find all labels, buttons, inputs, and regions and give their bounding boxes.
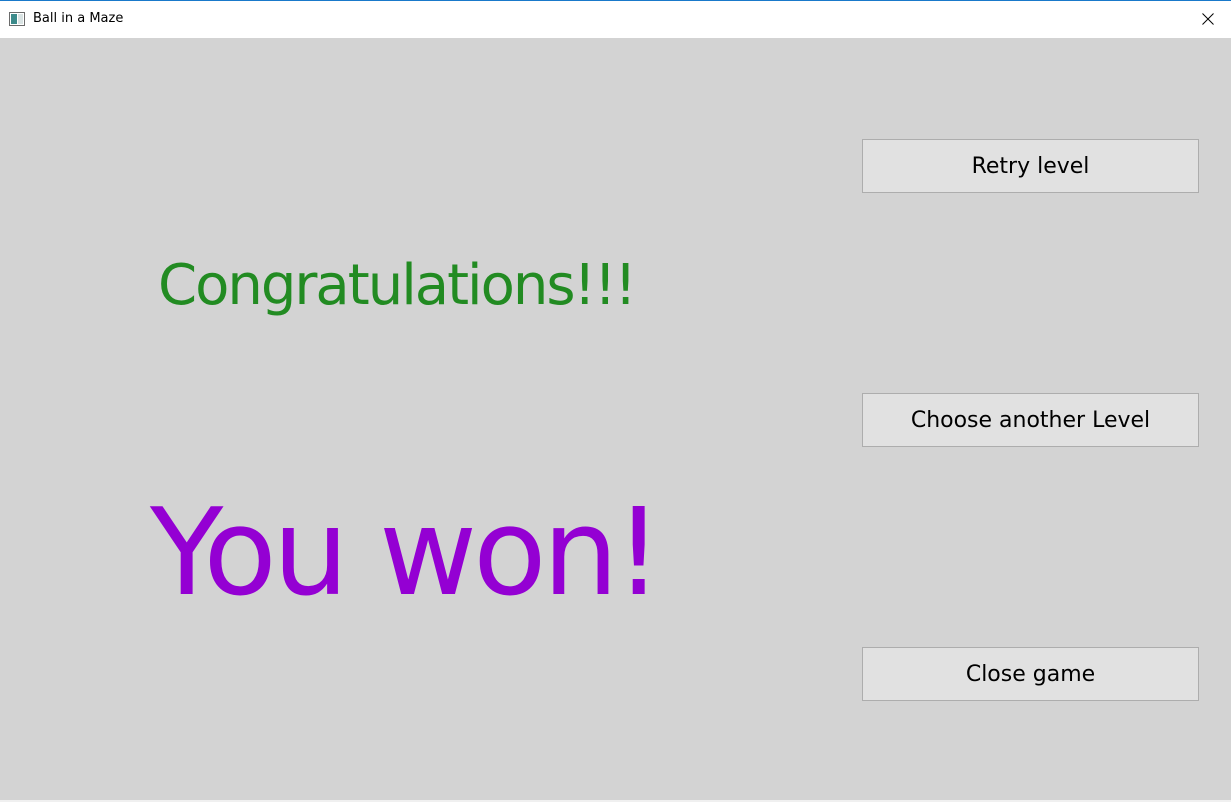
you-won-text: You won! [150, 484, 663, 623]
window-title: Ball in a Maze [33, 11, 124, 26]
choose-another-level-button[interactable]: Choose another Level [862, 393, 1199, 447]
congratulations-text: Congratulations!!! [158, 253, 637, 318]
close-icon [1202, 10, 1214, 29]
close-window-button[interactable] [1185, 1, 1231, 38]
retry-level-button[interactable]: Retry level [862, 139, 1199, 193]
game-over-panel: Congratulations!!! You won! Retry level … [0, 38, 1231, 800]
app-window-icon [9, 11, 25, 26]
app-window: Ball in a Maze Congratulations!!! You wo… [0, 0, 1231, 802]
title-bar[interactable]: Ball in a Maze [0, 1, 1231, 38]
close-game-button[interactable]: Close game [862, 647, 1199, 701]
